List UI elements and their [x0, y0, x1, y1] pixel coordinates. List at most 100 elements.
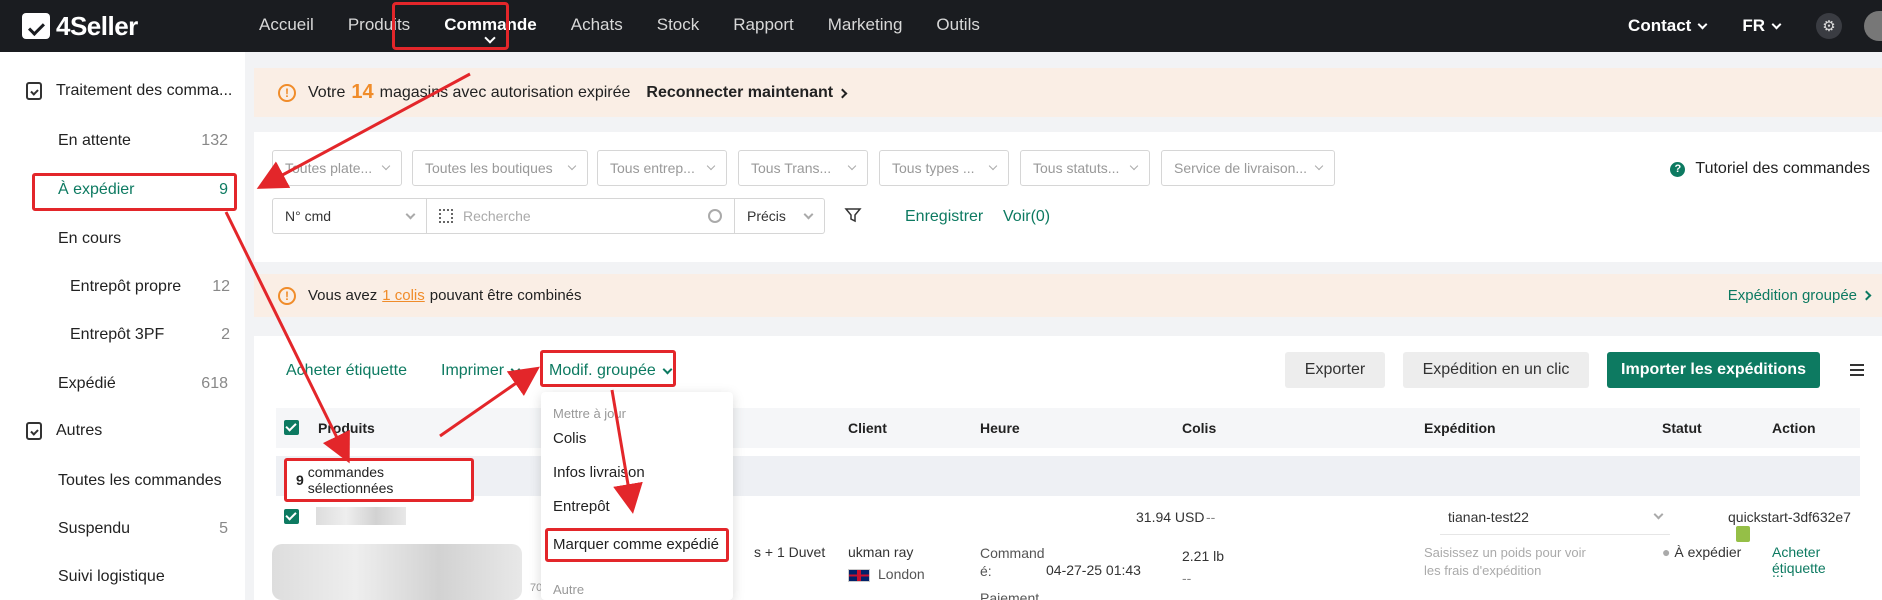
select-label: Service de livraison... — [1174, 160, 1308, 176]
store-name-label: quickstart-3df632e7 — [1728, 509, 1851, 525]
view-saved-button[interactable]: Voir(0) — [1003, 208, 1050, 226]
search-input[interactable]: Recherche — [427, 198, 735, 234]
shipping-account-select[interactable]: tianan-test22 — [1440, 499, 1670, 535]
filter-panel: Toutes plate... Toutes les boutiques Tou… — [254, 132, 1882, 262]
save-filter-button[interactable]: Enregistrer — [905, 208, 983, 226]
main-nav: Accueil Produits Commande Achats Stock R… — [242, 0, 997, 52]
chevron-down-icon — [803, 209, 814, 219]
shipping-account-label: tianan-test22 — [1448, 508, 1529, 525]
print-menu[interactable]: Imprimer — [441, 362, 521, 380]
nav-marketing[interactable]: Marketing — [811, 0, 920, 52]
sidebar-item-count: 132 — [201, 132, 228, 149]
brand-logo[interactable]: 4Seller — [22, 11, 182, 42]
select-label: N° cmd — [285, 208, 332, 224]
language-label: FR — [1742, 16, 1765, 35]
nav-rapport[interactable]: Rapport — [716, 0, 810, 52]
precision-select[interactable]: Précis — [735, 198, 825, 234]
dropdown-item-colis[interactable]: Colis — [553, 430, 586, 447]
top-right-actions: Contact FR ⚙ — [1628, 0, 1882, 52]
chevron-down-icon — [706, 161, 716, 171]
group-shipping-label: Expédition groupée — [1727, 287, 1857, 304]
status-dot-icon: ● — [1662, 544, 1675, 560]
avatar[interactable] — [1864, 11, 1882, 41]
nav-stock[interactable]: Stock — [640, 0, 717, 52]
carrier-select[interactable]: Tous Trans... — [738, 150, 868, 186]
select-label: Toutes plate... — [285, 160, 373, 176]
row-checkbox[interactable] — [284, 509, 299, 524]
search-field-select[interactable]: N° cmd — [272, 198, 427, 234]
warehouse-select[interactable]: Tous entrep... — [597, 150, 727, 186]
blurred-product-image — [272, 544, 522, 600]
row-buy-label-button[interactable]: Acheter étiquette — [1772, 544, 1860, 576]
platform-select[interactable]: Toutes plate... — [272, 150, 402, 186]
tutorial-label: Tutoriel des commandes — [1695, 160, 1870, 177]
dropdown-item-delivery-info[interactable]: Infos livraison — [553, 464, 645, 481]
combine-parcels-link[interactable]: 1 colis — [382, 287, 425, 304]
chevron-right-icon — [1861, 290, 1872, 301]
sidebar-item-en-attente[interactable]: En attente 132 — [58, 132, 228, 150]
scan-icon — [439, 209, 453, 223]
sidebar-item-toutes-commandes[interactable]: Toutes les commandes — [58, 472, 228, 490]
sidebar-item-expedie[interactable]: Expédié 618 — [58, 375, 228, 393]
column-header-client: Client — [848, 420, 887, 436]
sidebar-item-count: 618 — [201, 375, 228, 392]
type-select[interactable]: Tous types ... — [879, 150, 1009, 186]
contact-menu[interactable]: Contact — [1628, 16, 1708, 36]
parcel-dimensions: -- — [1182, 570, 1192, 586]
language-menu[interactable]: FR — [1742, 16, 1782, 36]
delivery-service-select[interactable]: Service de livraison... — [1161, 150, 1335, 186]
reconnect-label: Reconnecter maintenant — [646, 83, 834, 101]
annotation-highlight-bulk-edit — [540, 350, 676, 387]
sidebar-item-entrepot-propre[interactable]: Entrepôt propre 12 — [70, 278, 230, 296]
column-header-produits: Produits — [318, 420, 375, 436]
client-location: London — [848, 566, 925, 582]
one-click-shipping-button[interactable]: Expédition en un clic — [1403, 352, 1589, 388]
row-more-button[interactable]: ... — [1772, 564, 1784, 580]
status-label: À expédier — [1674, 544, 1742, 560]
nav-accueil[interactable]: Accueil — [242, 0, 331, 52]
sidebar-item-entrepot-3pf[interactable]: Entrepôt 3PF 2 — [70, 326, 230, 344]
shipping-hint: Saisissez un poids pour voir les frais d… — [1424, 545, 1586, 578]
buy-label-button[interactable]: Acheter étiquette — [286, 362, 407, 380]
filter-icon[interactable] — [844, 206, 862, 224]
annotation-highlight-mark-shipped — [545, 528, 729, 562]
time-label: Command é: — [980, 545, 1045, 579]
expired-store-count: 14 — [351, 81, 374, 103]
clipboard-icon — [26, 82, 42, 100]
dropdown-item-warehouse[interactable]: Entrepôt — [553, 498, 610, 515]
select-label: Tous types ... — [892, 160, 975, 176]
sidebar-item-suivi-logistique[interactable]: Suivi logistique — [58, 568, 228, 586]
select-all-checkbox[interactable] — [284, 420, 299, 435]
sidebar-item-label: Suivi logistique — [58, 568, 165, 585]
group-shipping-link[interactable]: Expédition groupée — [1727, 287, 1872, 304]
nav-outils[interactable]: Outils — [919, 0, 996, 52]
search-icon[interactable] — [708, 209, 722, 223]
sidebar-group-autres[interactable]: Autres — [26, 422, 102, 440]
column-settings-icon[interactable] — [1850, 364, 1864, 376]
tutorial-link[interactable]: ? Tutoriel des commandes — [1670, 160, 1870, 178]
nav-achats[interactable]: Achats — [554, 0, 640, 52]
export-button[interactable]: Exporter — [1285, 352, 1385, 388]
chevron-down-icon — [1314, 161, 1324, 171]
sidebar-item-suspendu[interactable]: Suspendu 5 — [58, 520, 228, 538]
question-icon: ? — [1670, 161, 1686, 177]
payment-label: Paiement — [980, 590, 1040, 600]
chevron-down-icon — [988, 161, 998, 171]
sidebar-item-label: Suspendu — [58, 520, 131, 537]
combine-prefix: Vous avez — [308, 287, 378, 304]
gear-icon[interactable]: ⚙ — [1816, 13, 1842, 39]
reconnect-link[interactable]: Reconnecter maintenant — [646, 83, 848, 102]
sidebar-group-processing[interactable]: Traitement des comma... — [26, 82, 232, 100]
table-header: Produits Client Heure Colis Expédition S… — [276, 408, 1860, 448]
sidebar-item-label: En attente — [58, 132, 131, 149]
import-shipments-button[interactable]: Importer les expéditions — [1607, 352, 1820, 388]
column-header-action: Action — [1772, 420, 1816, 436]
sidebar-group-label: Traitement des comma... — [56, 82, 233, 99]
status-select[interactable]: Tous statuts... — [1020, 150, 1150, 186]
chevron-right-icon — [837, 88, 848, 98]
combine-alert: ! Vous avez 1 colis pouvant être combiné… — [254, 274, 1882, 317]
selected-orders-count: 9 commandes sélectionnées — [284, 458, 474, 502]
store-select[interactable]: Toutes les boutiques — [412, 150, 588, 186]
sidebar-item-label: En cours — [58, 230, 122, 247]
sidebar-item-en-cours[interactable]: En cours — [58, 230, 228, 248]
